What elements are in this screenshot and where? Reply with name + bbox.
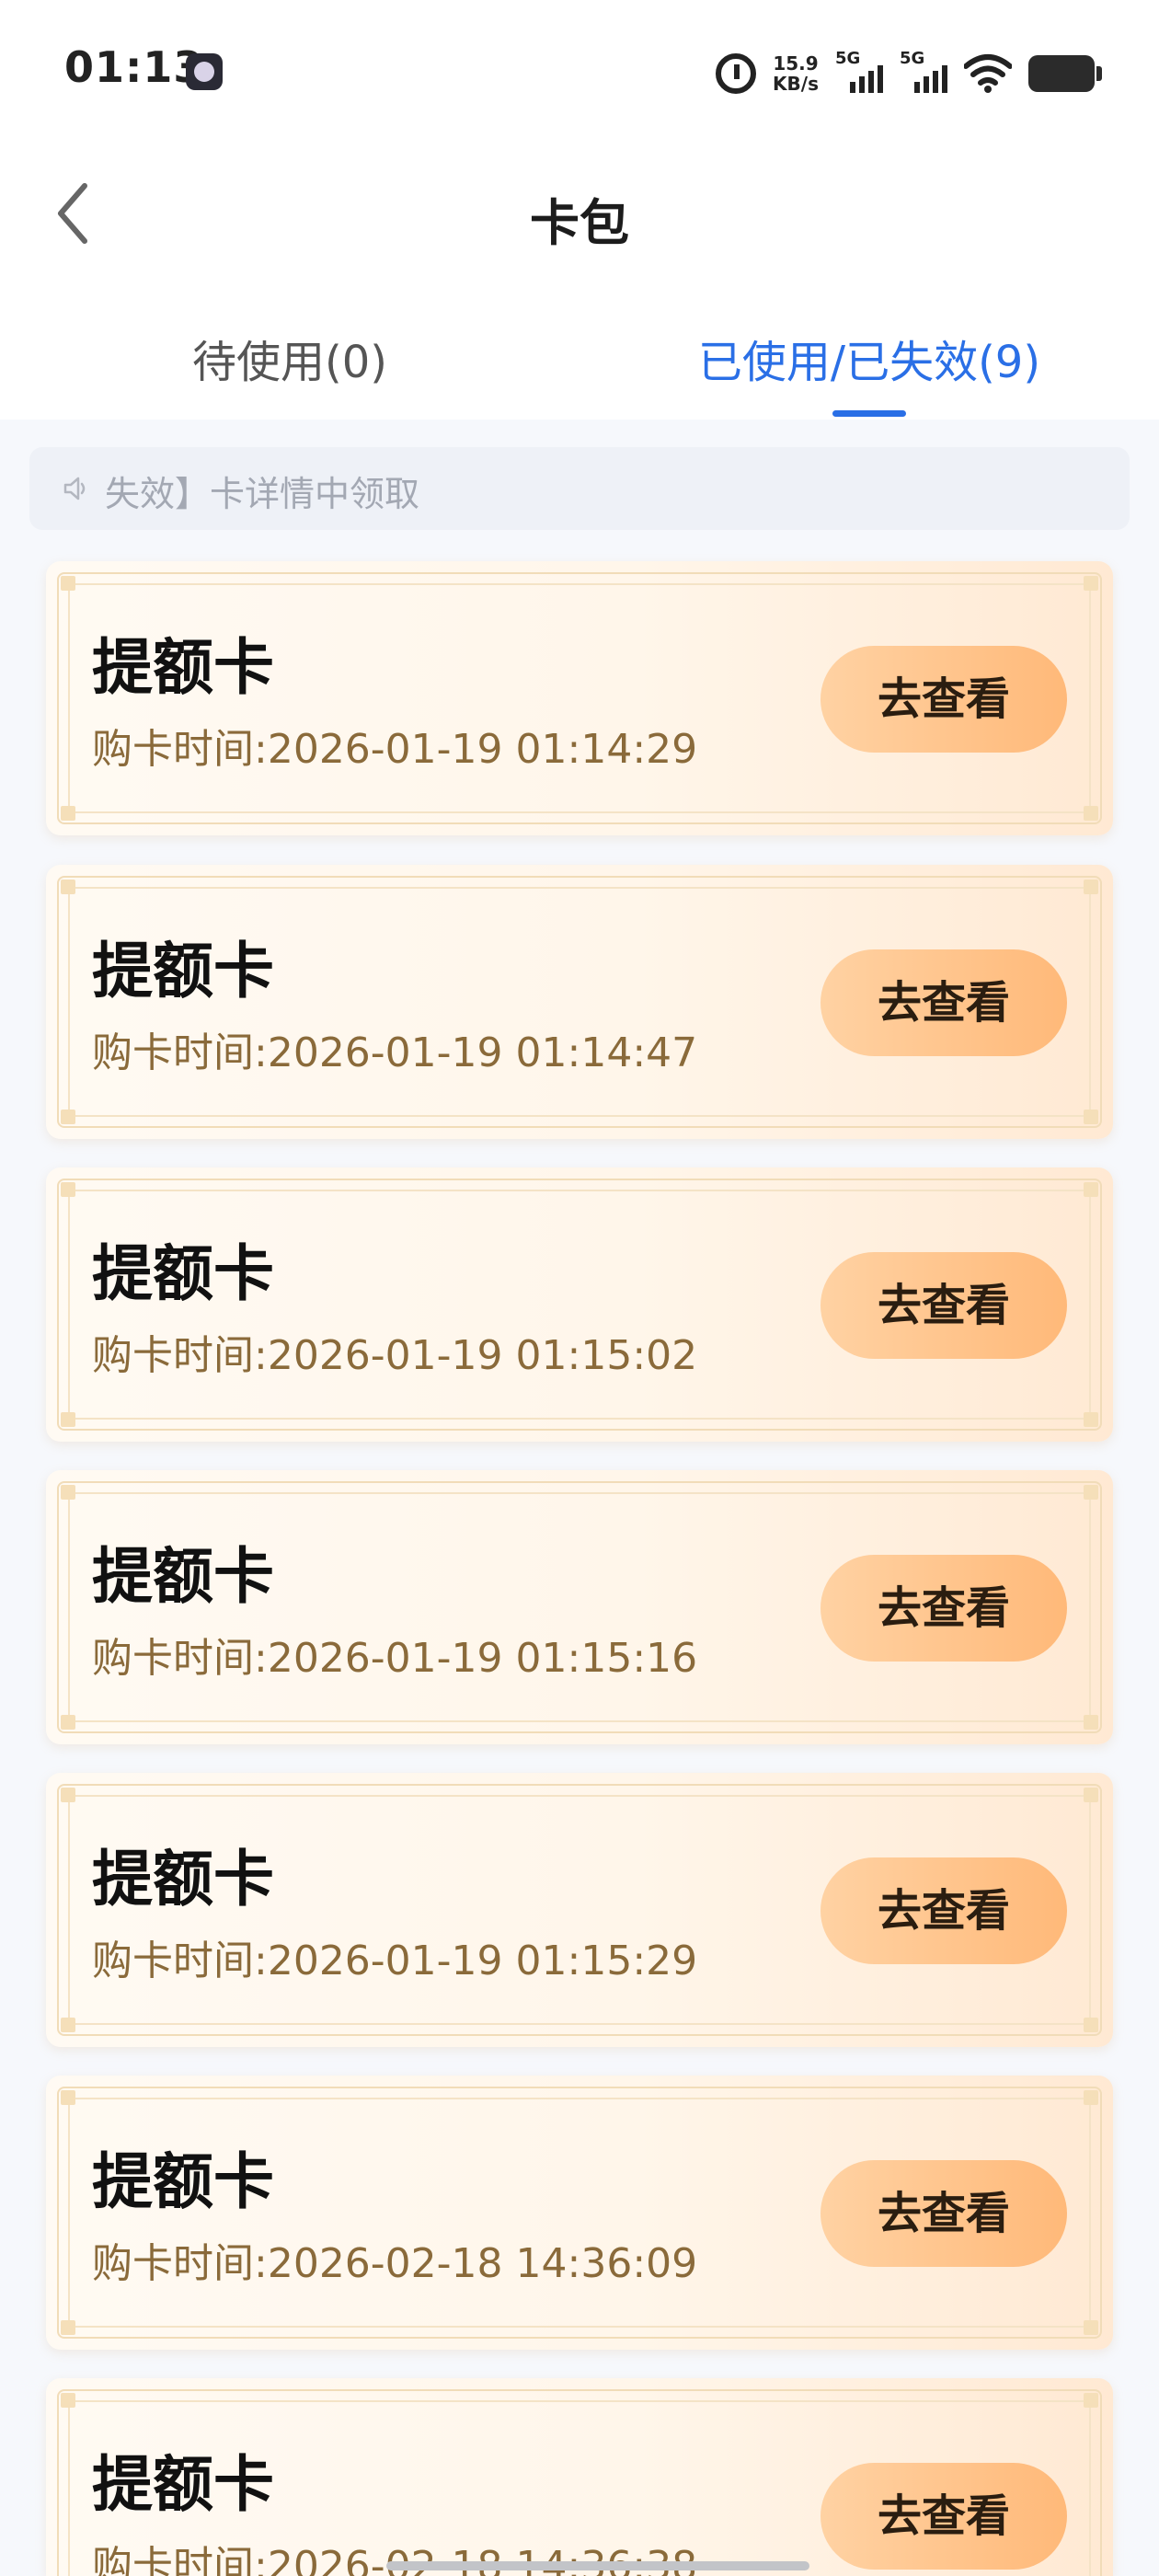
card-time-value: 2026-02-18 14:36:38 [267,2543,698,2576]
signal-icon: 5G [835,49,883,97]
card-purchase-time: 购卡时间:2026-01-19 01:14:29 [92,716,697,775]
view-card-button[interactable]: 去查看 [820,949,1067,1056]
card-purchase-time: 购卡时间:2026-01-19 01:15:02 [92,1322,697,1381]
home-indicator[interactable] [386,2561,809,2570]
card-title: 提额卡 [92,2449,274,2520]
speaker-icon [63,477,86,500]
notice-bar: 失效】卡详情中领取 [29,447,1130,530]
card-item: 提额卡 购卡时间:2026-02-18 14:36:38 去查看 [46,2378,1113,2576]
card-item: 提额卡 购卡时间:2026-01-19 01:14:29 去查看 [46,561,1113,835]
card-title: 提额卡 [92,632,274,703]
page-title: 卡包 [530,194,629,252]
card-time-value: 2026-01-19 01:15:29 [267,1938,698,1984]
card-purchase-time: 购卡时间:2026-01-19 01:15:16 [92,1625,697,1684]
status-bar: 01:13 15.9 KB/s 5G 5G [0,0,1159,138]
view-card-button[interactable]: 去查看 [820,1857,1067,1964]
card-time-value: 2026-01-19 01:15:16 [267,1635,698,1682]
view-card-button[interactable]: 去查看 [820,2463,1067,2570]
card-title: 提额卡 [92,1541,274,1612]
tab-used-expired[interactable]: 已使用/已失效(9) [580,326,1159,390]
network-speed-unit: KB/s [773,73,819,95]
signal-icon: 5G [900,49,947,97]
app-badge-icon [186,53,223,90]
network-speed-value: 15.9 [773,52,819,75]
card-title: 提额卡 [92,1238,274,1309]
status-icons: 15.9 KB/s 5G 5G [716,46,1102,101]
alarm-icon [716,53,757,94]
view-card-button[interactable]: 去查看 [820,646,1067,753]
status-time: 01:13 [64,42,204,92]
card-purchase-time: 购卡时间:2026-01-19 01:15:29 [92,1927,697,1986]
view-card-button[interactable]: 去查看 [820,1252,1067,1359]
card-time-label: 购卡时间: [92,1029,268,1076]
card-time-label: 购卡时间: [92,2240,268,2287]
tab-active-indicator [832,410,906,417]
card-item: 提额卡 购卡时间:2026-02-18 14:36:09 去查看 [46,2076,1113,2350]
card-time-label: 购卡时间: [92,1332,268,1379]
wifi-icon [964,54,1012,93]
card-item: 提额卡 购卡时间:2026-01-19 01:15:29 去查看 [46,1773,1113,2047]
card-purchase-time: 购卡时间:2026-01-19 01:14:47 [92,1019,697,1078]
card-purchase-time: 购卡时间:2026-02-18 14:36:09 [92,2230,697,2289]
card-time-label: 购卡时间: [92,1938,268,1984]
card-time-value: 2026-01-19 01:15:02 [267,1332,698,1379]
card-time-label: 购卡时间: [92,726,268,773]
card-item: 提额卡 购卡时间:2026-01-19 01:14:47 去查看 [46,865,1113,1139]
battery-icon [1028,55,1102,92]
card-time-value: 2026-01-19 01:14:47 [267,1029,698,1076]
card-time-value: 2026-01-19 01:14:29 [267,726,698,773]
tab-bar: 待使用(0) 已使用/已失效(9) [0,313,1159,414]
card-title: 提额卡 [92,936,274,1006]
card-item: 提额卡 购卡时间:2026-01-19 01:15:02 去查看 [46,1167,1113,1442]
card-title: 提额卡 [92,2146,274,2217]
tab-pending[interactable]: 待使用(0) [0,326,580,390]
card-time-label: 购卡时间: [92,2543,268,2576]
view-card-button[interactable]: 去查看 [820,2160,1067,2267]
card-item: 提额卡 购卡时间:2026-01-19 01:15:16 去查看 [46,1470,1113,1744]
card-time-value: 2026-02-18 14:36:09 [267,2240,698,2287]
network-speed: 15.9 KB/s [773,53,819,94]
view-card-button[interactable]: 去查看 [820,1555,1067,1662]
notice-text: 失效】卡详情中领取 [105,474,420,514]
card-time-label: 购卡时间: [92,1635,268,1682]
card-title: 提额卡 [92,1844,274,1915]
